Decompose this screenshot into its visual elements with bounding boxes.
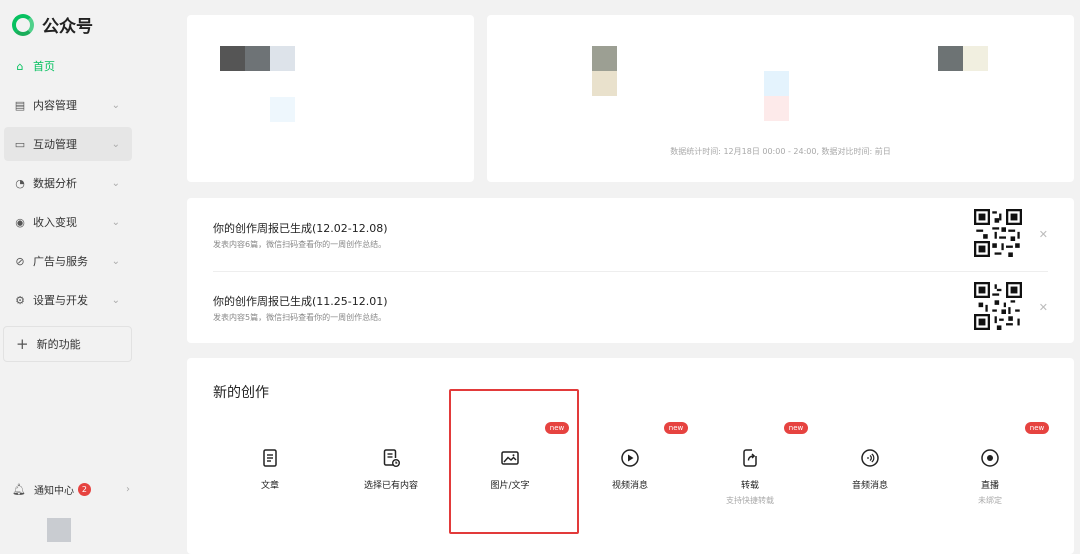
- chevron-right-icon: ›: [126, 484, 130, 495]
- report-title: 你的创作周报已生成(11.25-12.01): [213, 295, 388, 308]
- sidebar-item-label: 首页: [33, 60, 55, 73]
- existing-content-icon: [383, 449, 400, 467]
- sidebar-item-label: 内容管理: [33, 99, 77, 112]
- sidebar-item-label: 广告与服务: [33, 255, 88, 268]
- stats-card: 数据统计时间: 12月18日 00:00 - 24:00, 数据对比时间: 前日: [487, 15, 1074, 182]
- repost-icon: [743, 449, 757, 467]
- report-title: 你的创作周报已生成(12.02-12.08): [213, 222, 388, 235]
- live-icon: [981, 449, 999, 467]
- account-card: [187, 15, 474, 182]
- sidebar-item-home[interactable]: ⌂ 首页: [4, 49, 132, 83]
- close-icon[interactable]: ✕: [1039, 301, 1048, 314]
- create-label: 视频消息: [611, 481, 648, 491]
- gear-icon: ⚙: [15, 293, 25, 307]
- compass-icon: ⊘: [15, 254, 25, 268]
- chevron-down-icon: ⌄: [111, 216, 120, 228]
- blurred-avatar: [245, 46, 270, 71]
- create-label: 选择已有内容: [363, 481, 418, 491]
- blurred-stat: [592, 46, 617, 71]
- create-label: 直播: [980, 481, 999, 491]
- chat-icon: ▭: [14, 137, 26, 151]
- logo-icon: [12, 13, 34, 36]
- sidebar-item-monetization[interactable]: ◉ 收入变现 ⌄: [4, 205, 132, 239]
- blurred-stat: [764, 71, 789, 96]
- new-badge: new: [1025, 422, 1049, 434]
- pie-chart-icon: ◔: [15, 176, 25, 190]
- sidebar-item-interaction[interactable]: ▭ 互动管理 ⌄: [4, 127, 132, 161]
- stats-time-note: 数据统计时间: 12月18日 00:00 - 24:00, 数据对比时间: 前日: [670, 147, 891, 156]
- sidebar-item-settings[interactable]: ⚙ 设置与开发 ⌄: [4, 283, 132, 317]
- report-desc: 发表内容6篇，微信扫码查看你的一周创作总结。: [213, 240, 387, 249]
- section-title: 新的创作: [213, 385, 269, 401]
- blurred-stat: [938, 46, 963, 71]
- home-icon: ⌂: [16, 59, 24, 73]
- close-icon[interactable]: ✕: [1039, 228, 1048, 241]
- avatar[interactable]: [47, 518, 71, 542]
- notification-count-badge: 2: [77, 483, 91, 496]
- sidebar-item-content[interactable]: ▤ 内容管理 ⌄: [4, 88, 132, 122]
- blurred-stat: [592, 71, 617, 96]
- audio-icon: [861, 449, 879, 467]
- blurred-stat: [764, 96, 789, 121]
- qr-code-icon: [974, 209, 1022, 257]
- blurred-avatar: [270, 46, 295, 71]
- create-audio-button[interactable]: 音频消息: [815, 420, 925, 520]
- sidebar-item-label: 收入变现: [33, 216, 77, 229]
- new-badge: new: [664, 422, 688, 434]
- create-label: 文章: [260, 481, 279, 491]
- chevron-down-icon: ⌄: [111, 177, 120, 189]
- app-title: 公众号: [42, 17, 93, 37]
- document-icon: ▤: [14, 98, 26, 112]
- chevron-down-icon: ⌄: [111, 294, 120, 306]
- create-video-button[interactable]: new 视频消息: [575, 420, 688, 520]
- coin-icon: ◉: [15, 215, 25, 229]
- chevron-down-icon: ⌄: [111, 255, 120, 267]
- sidebar-item-label: 数据分析: [33, 177, 77, 190]
- sidebar-item-ads[interactable]: ⊘ 广告与服务 ⌄: [4, 244, 132, 278]
- create-sublabel: 支持快捷转载: [726, 496, 774, 505]
- new-badge: new: [784, 422, 808, 434]
- play-icon: [621, 449, 639, 467]
- report-desc: 发表内容5篇，微信扫码查看你的一周创作总结。: [213, 313, 387, 322]
- create-label: 转载: [740, 481, 759, 491]
- notification-center[interactable]: 🔔︎ 通知中心 2 ›: [12, 482, 130, 497]
- create-live-button[interactable]: new 直播 未绑定: [935, 420, 1049, 520]
- create-article-button[interactable]: 文章: [215, 420, 325, 520]
- new-creation-card: 新的创作 文章 选择已有内容 new 图片/文字 new 视频消息 new 转载…: [187, 358, 1074, 554]
- blurred-stat: [963, 46, 988, 71]
- qr-code-icon: [974, 282, 1022, 330]
- chevron-down-icon: ⌄: [111, 138, 120, 150]
- bell-icon: 🔔︎: [12, 483, 26, 496]
- article-icon: [263, 449, 277, 467]
- create-label: 音频消息: [851, 481, 888, 491]
- sidebar-item-label: 互动管理: [33, 138, 77, 151]
- new-features-label: 新的功能: [36, 338, 81, 351]
- weekly-reports-card: 你的创作周报已生成(12.02-12.08) 发表内容6篇，微信扫码查看你的一周…: [187, 198, 1074, 343]
- select-existing-content-button[interactable]: 选择已有内容: [336, 420, 446, 520]
- plus-icon: +: [16, 335, 29, 353]
- blurred-avatar: [220, 46, 245, 71]
- chevron-down-icon: ⌄: [111, 99, 120, 111]
- report-row[interactable]: 你的创作周报已生成(11.25-12.01) 发表内容5篇，微信扫码查看你的一周…: [213, 271, 1048, 343]
- sidebar: 公众号 ⌂ 首页 ▤ 内容管理 ⌄ ▭ 互动管理 ⌄ ◔ 数据分析 ⌄ ◉ 收入…: [0, 0, 140, 554]
- sidebar-item-label: 设置与开发: [33, 294, 88, 307]
- report-row[interactable]: 你的创作周报已生成(12.02-12.08) 发表内容6篇，微信扫码查看你的一周…: [213, 198, 1048, 270]
- sidebar-item-analytics[interactable]: ◔ 数据分析 ⌄: [4, 166, 132, 200]
- new-features-button[interactable]: + 新的功能: [3, 326, 132, 362]
- create-repost-button[interactable]: new 转载 支持快捷转载: [695, 420, 808, 520]
- logo[interactable]: 公众号: [12, 12, 93, 37]
- notification-label: 通知中心: [33, 486, 74, 497]
- highlight-box: [449, 389, 579, 534]
- create-sublabel: 未绑定: [978, 496, 1002, 505]
- blurred-text: [270, 97, 295, 122]
